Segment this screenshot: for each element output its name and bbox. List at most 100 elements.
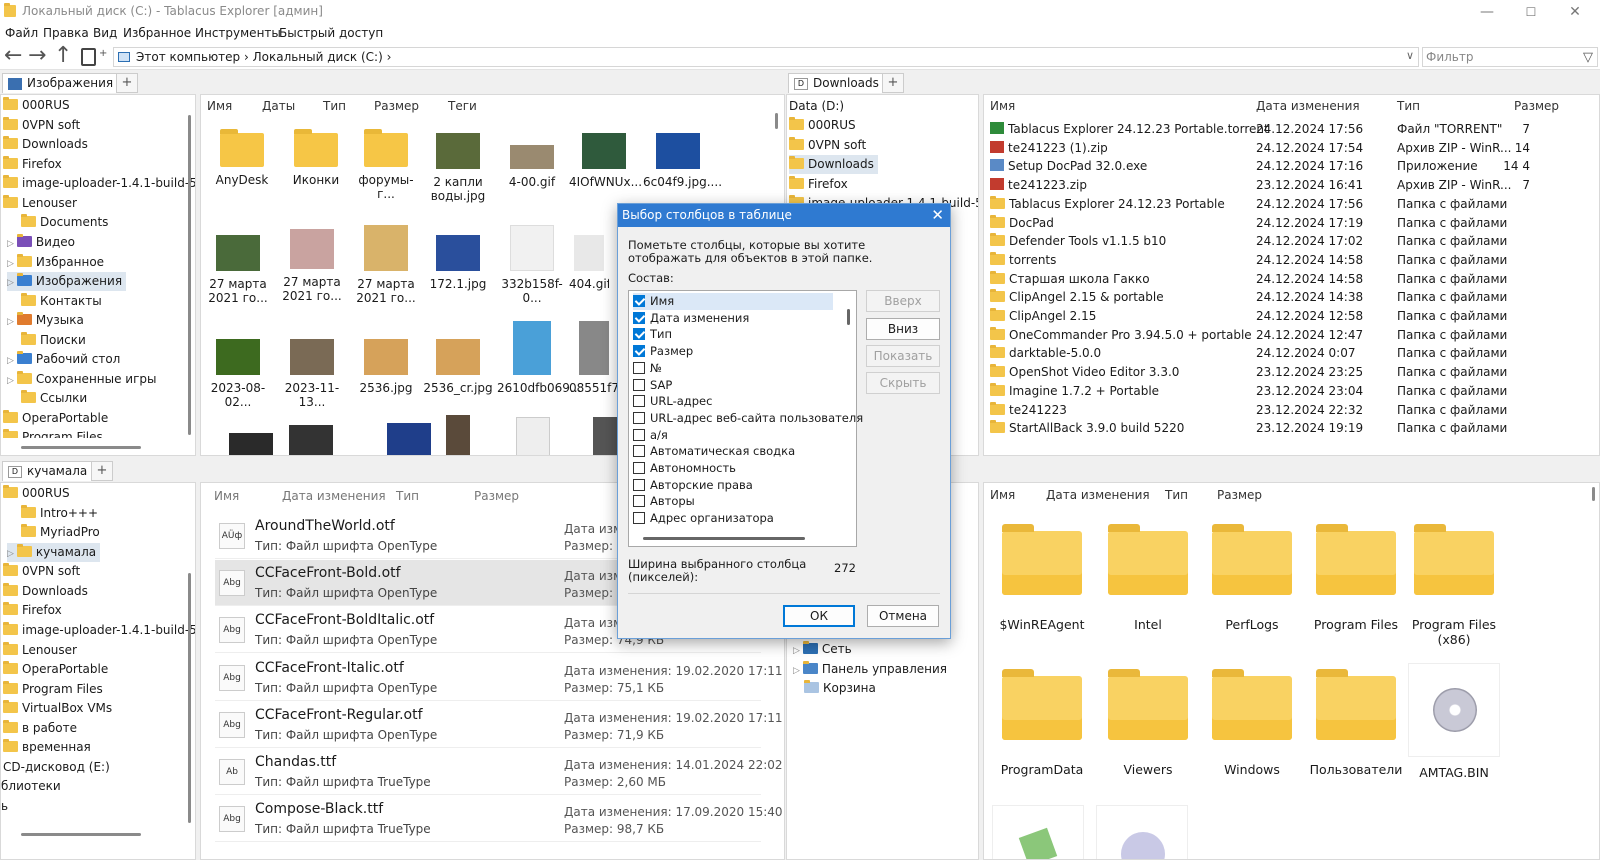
close-window-button[interactable]: ✕ <box>1560 2 1590 22</box>
tree-item[interactable]: MyriadPro <box>21 523 100 542</box>
col-name[interactable]: Имя <box>990 488 1015 502</box>
thumbnail-item[interactable]: 404.gif <box>569 235 609 291</box>
minimize-button[interactable]: — <box>1472 2 1502 22</box>
width-value[interactable]: 272 <box>826 561 856 575</box>
thumbnail-image[interactable] <box>446 415 470 455</box>
tree-item[interactable]: Program Files <box>3 680 103 699</box>
tree-item[interactable]: ▷ Музыка <box>7 311 84 330</box>
tree-item[interactable]: Firefox <box>789 175 848 194</box>
file-thumbnail[interactable] <box>992 805 1084 859</box>
tree-item[interactable]: Ссылки <box>21 389 87 408</box>
checkbox[interactable] <box>633 411 645 424</box>
folder-item[interactable]: Windows <box>1202 669 1302 777</box>
new-tab-icon[interactable] <box>81 48 96 66</box>
funnel-icon[interactable]: ▽ <box>1583 50 1593 65</box>
checkbox[interactable] <box>633 345 645 358</box>
table-row[interactable]: Tablacus Explorer 24.12.23 Portable.torr… <box>990 120 1599 139</box>
file-thumbnail[interactable] <box>1096 805 1188 859</box>
checkbox[interactable] <box>633 328 645 341</box>
scrollbar[interactable] <box>1592 487 1595 501</box>
folder-item[interactable]: Program Files (x86) <box>1400 524 1508 647</box>
checkbox[interactable] <box>633 395 645 408</box>
tree-item[interactable]: ▷ Сеть <box>793 640 852 659</box>
col-type[interactable]: Тип <box>1165 488 1188 502</box>
tree-item[interactable]: 000RUS <box>3 96 70 115</box>
list-item[interactable]: Abg Compose-Black.ttf Тип: Файл шрифта Tru… <box>215 796 783 843</box>
tree-item[interactable]: Downloads <box>3 135 88 154</box>
scrollbar[interactable] <box>21 446 141 449</box>
tree-item-selected[interactable]: ▷ кучамала <box>7 543 101 562</box>
folder-item[interactable]: $WinREAgent <box>992 524 1092 632</box>
move-up-button[interactable]: Вверх <box>866 290 940 312</box>
checkbox[interactable] <box>633 462 645 474</box>
tree-item[interactable]: OperaPortable <box>3 409 108 428</box>
tree-item[interactable]: Lenouser <box>3 641 77 660</box>
column-option[interactable]: Адрес организатора <box>633 510 774 527</box>
forward-arrow-icon[interactable]: → <box>28 45 46 68</box>
col-dates[interactable]: Даты <box>262 99 295 113</box>
tree-item[interactable]: Intro+++ <box>21 504 98 523</box>
scrollbar[interactable] <box>188 115 191 435</box>
thumbnail-image[interactable] <box>516 417 550 455</box>
table-row[interactable]: darktable-5.0.0 24.12.2024 0:07 Папка с фа… <box>990 344 1599 363</box>
menu-edit[interactable]: Правка <box>43 26 89 40</box>
close-icon[interactable]: ✕ <box>931 204 944 226</box>
thumbnail-item[interactable]: 2023-08-02... <box>203 339 273 409</box>
tree-item[interactable]: в работе <box>3 719 77 738</box>
column-option[interactable]: Дата изменения <box>633 310 749 327</box>
col-size[interactable]: Размер <box>474 489 519 503</box>
col-tags[interactable]: Теги <box>448 99 477 113</box>
column-option[interactable]: Размер <box>633 343 693 360</box>
column-option[interactable]: URL-адрес <box>633 393 712 410</box>
checkbox[interactable] <box>633 445 645 458</box>
table-row[interactable]: Defender Tools v1.1.5 b10 24.12.2024 17:0… <box>990 232 1599 251</box>
tree-item[interactable]: Lenouser <box>3 194 77 213</box>
tree-item[interactable]: временная <box>3 738 91 757</box>
table-row[interactable]: DocPad 24.12.2024 17:19 Папка с файлами <box>990 214 1599 233</box>
folder-item[interactable]: ProgramData <box>992 669 1092 777</box>
col-type[interactable]: Тип <box>323 99 346 113</box>
checkbox[interactable] <box>633 512 645 525</box>
column-option[interactable]: № <box>633 360 662 377</box>
thumbnail-image[interactable] <box>229 433 273 455</box>
col-date[interactable]: Дата изменения <box>282 489 386 503</box>
column-checklist[interactable]: Имя Дата изменения Тип Размер № SAP URL-адрес U… <box>628 290 863 547</box>
table-row[interactable]: ClipAngel 2.15 & portable 24.12.2024 14:3… <box>990 288 1599 307</box>
tree-item[interactable]: 0VPN soft <box>789 136 866 155</box>
menu-favorites[interactable]: Избранное <box>123 26 191 40</box>
thumbnail-item[interactable]: 4IOfWNUx... <box>569 133 642 189</box>
tree-item[interactable]: Firefox <box>3 155 62 174</box>
tree-item[interactable]: image-uploader-1.4.1-build-5 <box>3 621 195 640</box>
column-option[interactable]: Авторы <box>633 493 695 510</box>
tree-item[interactable]: OperaPortable <box>3 660 108 679</box>
tree-item[interactable]: ▷ Панель управления <box>793 660 947 679</box>
show-button[interactable]: Показать <box>866 345 940 367</box>
thumbnail-image[interactable] <box>387 423 431 455</box>
thumbnail-item[interactable]: 2536.jpg <box>351 339 421 395</box>
column-option[interactable]: Автоматическая сводка <box>633 443 795 460</box>
chevron-down-icon[interactable]: ∨ <box>1406 49 1414 62</box>
thumbnail-item[interactable]: 172.1.jpg <box>423 235 493 291</box>
checkbox[interactable] <box>633 311 645 324</box>
tab-kuchamala[interactable]: D кучамала <box>2 461 95 481</box>
up-arrow-icon[interactable]: ↑ <box>54 45 72 68</box>
checkbox[interactable] <box>633 295 645 307</box>
checkbox[interactable] <box>633 361 645 374</box>
file-item[interactable]: AMTAG.BIN <box>1404 663 1504 780</box>
new-tab-button[interactable]: + <box>91 461 113 481</box>
tree-item[interactable]: CD-дисковод (E:) <box>3 758 110 777</box>
column-option[interactable]: Авторские права <box>633 477 753 494</box>
address-bar[interactable]: Этот компьютер › Локальный диск (C:) › ∨ <box>113 47 1419 67</box>
tree-item[interactable]: 0VPN soft <box>3 116 80 135</box>
tab-images[interactable]: Изображения <box>2 73 121 93</box>
folder-item[interactable]: Viewers <box>1098 669 1198 777</box>
tree-item[interactable]: 0VPN soft <box>3 562 80 581</box>
tab-downloads[interactable]: D Downloads <box>788 73 886 93</box>
breadcrumb[interactable]: Этот компьютер › Локальный диск (C:) › <box>136 50 391 64</box>
tree-item[interactable]: ▷ Видео <box>7 233 75 252</box>
thumbnail-item[interactable]: 08551f70... <box>569 321 619 395</box>
column-option[interactable]: Тип <box>633 326 672 343</box>
col-size[interactable]: Размер <box>1217 488 1262 502</box>
thumbnail-item[interactable]: 27 марта 2021 го... <box>351 225 421 305</box>
thumbnail-item[interactable]: 4-00.gif <box>497 133 567 189</box>
